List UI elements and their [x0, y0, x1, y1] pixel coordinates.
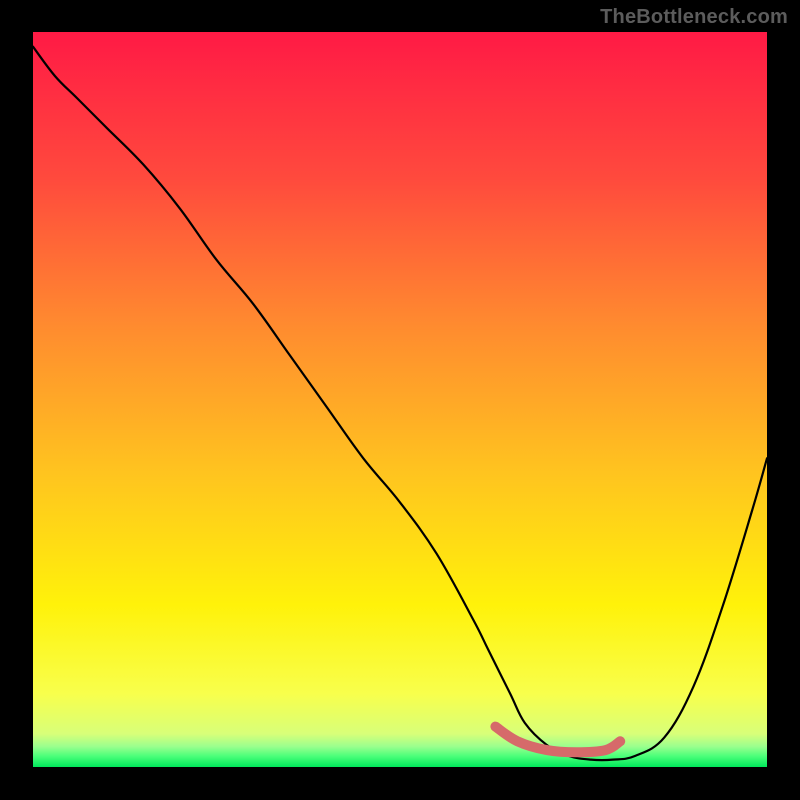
plot-background	[33, 32, 767, 767]
watermark-text: TheBottleneck.com	[600, 6, 788, 29]
bottleneck-chart	[0, 0, 800, 800]
